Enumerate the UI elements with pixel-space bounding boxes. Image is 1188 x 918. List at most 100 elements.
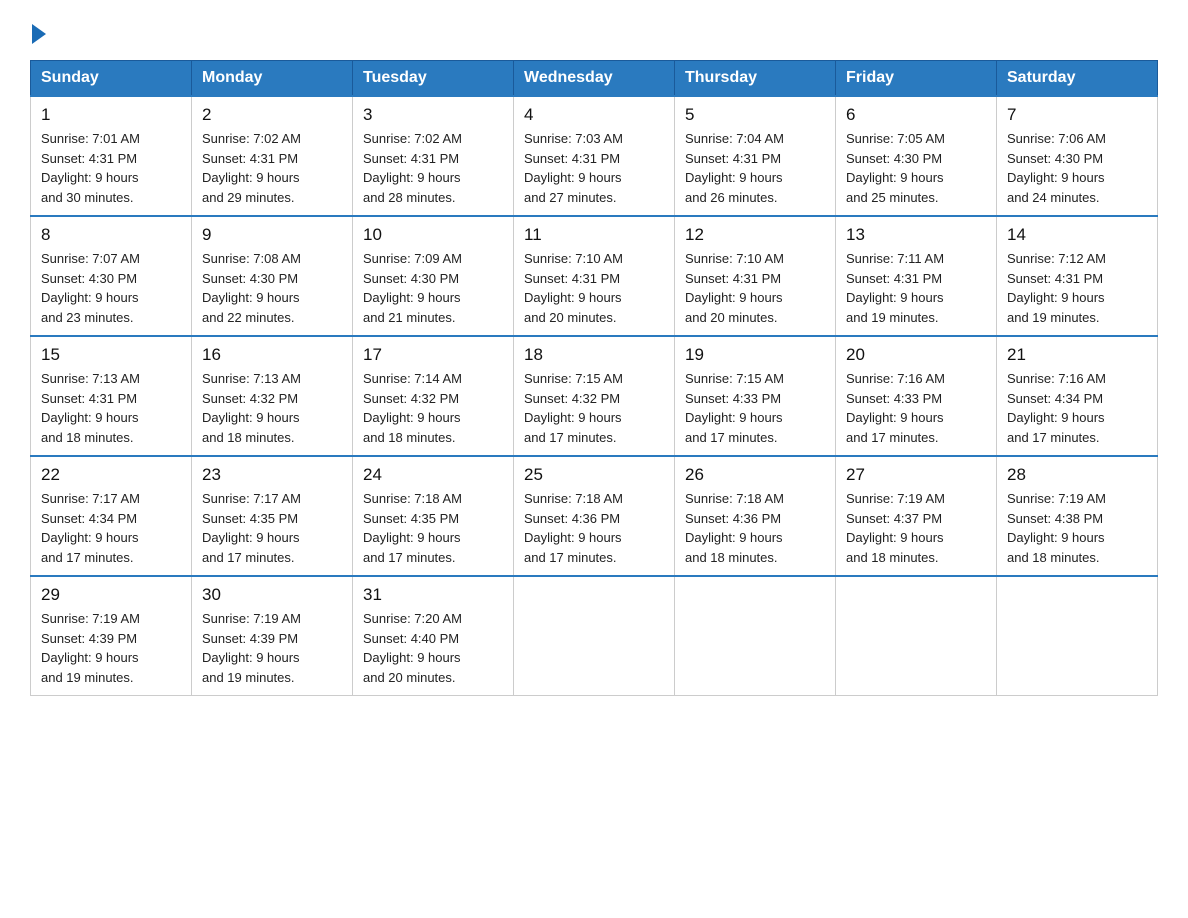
- calendar-header-friday: Friday: [836, 61, 997, 97]
- calendar-cell: 15 Sunrise: 7:13 AM Sunset: 4:31 PM Dayl…: [31, 336, 192, 456]
- calendar-header-monday: Monday: [192, 61, 353, 97]
- calendar-week-4: 22 Sunrise: 7:17 AM Sunset: 4:34 PM Dayl…: [31, 456, 1158, 576]
- day-info: Sunrise: 7:19 AM Sunset: 4:37 PM Dayligh…: [846, 489, 986, 567]
- day-info: Sunrise: 7:17 AM Sunset: 4:34 PM Dayligh…: [41, 489, 181, 567]
- calendar-week-3: 15 Sunrise: 7:13 AM Sunset: 4:31 PM Dayl…: [31, 336, 1158, 456]
- day-number: 30: [202, 585, 342, 605]
- calendar-cell: 13 Sunrise: 7:11 AM Sunset: 4:31 PM Dayl…: [836, 216, 997, 336]
- day-info: Sunrise: 7:02 AM Sunset: 4:31 PM Dayligh…: [202, 129, 342, 207]
- calendar-cell: 9 Sunrise: 7:08 AM Sunset: 4:30 PM Dayli…: [192, 216, 353, 336]
- day-info: Sunrise: 7:17 AM Sunset: 4:35 PM Dayligh…: [202, 489, 342, 567]
- day-number: 11: [524, 225, 664, 245]
- day-number: 12: [685, 225, 825, 245]
- day-number: 28: [1007, 465, 1147, 485]
- calendar-cell: 30 Sunrise: 7:19 AM Sunset: 4:39 PM Dayl…: [192, 576, 353, 696]
- day-number: 9: [202, 225, 342, 245]
- calendar-cell: 12 Sunrise: 7:10 AM Sunset: 4:31 PM Dayl…: [675, 216, 836, 336]
- calendar-header-saturday: Saturday: [997, 61, 1158, 97]
- day-number: 8: [41, 225, 181, 245]
- day-number: 15: [41, 345, 181, 365]
- day-info: Sunrise: 7:19 AM Sunset: 4:38 PM Dayligh…: [1007, 489, 1147, 567]
- calendar-header-tuesday: Tuesday: [353, 61, 514, 97]
- day-info: Sunrise: 7:05 AM Sunset: 4:30 PM Dayligh…: [846, 129, 986, 207]
- day-info: Sunrise: 7:16 AM Sunset: 4:33 PM Dayligh…: [846, 369, 986, 447]
- calendar-cell: 27 Sunrise: 7:19 AM Sunset: 4:37 PM Dayl…: [836, 456, 997, 576]
- day-info: Sunrise: 7:13 AM Sunset: 4:31 PM Dayligh…: [41, 369, 181, 447]
- day-info: Sunrise: 7:20 AM Sunset: 4:40 PM Dayligh…: [363, 609, 503, 687]
- calendar-week-1: 1 Sunrise: 7:01 AM Sunset: 4:31 PM Dayli…: [31, 96, 1158, 216]
- calendar-cell: 17 Sunrise: 7:14 AM Sunset: 4:32 PM Dayl…: [353, 336, 514, 456]
- calendar-cell: 22 Sunrise: 7:17 AM Sunset: 4:34 PM Dayl…: [31, 456, 192, 576]
- calendar-cell: 26 Sunrise: 7:18 AM Sunset: 4:36 PM Dayl…: [675, 456, 836, 576]
- calendar-cell: 23 Sunrise: 7:17 AM Sunset: 4:35 PM Dayl…: [192, 456, 353, 576]
- calendar-cell: 31 Sunrise: 7:20 AM Sunset: 4:40 PM Dayl…: [353, 576, 514, 696]
- day-number: 10: [363, 225, 503, 245]
- day-info: Sunrise: 7:13 AM Sunset: 4:32 PM Dayligh…: [202, 369, 342, 447]
- day-info: Sunrise: 7:15 AM Sunset: 4:33 PM Dayligh…: [685, 369, 825, 447]
- calendar-header-sunday: Sunday: [31, 61, 192, 97]
- calendar-cell: 18 Sunrise: 7:15 AM Sunset: 4:32 PM Dayl…: [514, 336, 675, 456]
- day-number: 26: [685, 465, 825, 485]
- day-info: Sunrise: 7:16 AM Sunset: 4:34 PM Dayligh…: [1007, 369, 1147, 447]
- day-number: 20: [846, 345, 986, 365]
- calendar-cell: 28 Sunrise: 7:19 AM Sunset: 4:38 PM Dayl…: [997, 456, 1158, 576]
- calendar-cell: 4 Sunrise: 7:03 AM Sunset: 4:31 PM Dayli…: [514, 96, 675, 216]
- calendar-cell: 1 Sunrise: 7:01 AM Sunset: 4:31 PM Dayli…: [31, 96, 192, 216]
- calendar-cell: 29 Sunrise: 7:19 AM Sunset: 4:39 PM Dayl…: [31, 576, 192, 696]
- day-number: 1: [41, 105, 181, 125]
- calendar-cell: 3 Sunrise: 7:02 AM Sunset: 4:31 PM Dayli…: [353, 96, 514, 216]
- day-info: Sunrise: 7:11 AM Sunset: 4:31 PM Dayligh…: [846, 249, 986, 327]
- calendar-cell: 19 Sunrise: 7:15 AM Sunset: 4:33 PM Dayl…: [675, 336, 836, 456]
- calendar-cell: 14 Sunrise: 7:12 AM Sunset: 4:31 PM Dayl…: [997, 216, 1158, 336]
- day-info: Sunrise: 7:09 AM Sunset: 4:30 PM Dayligh…: [363, 249, 503, 327]
- day-number: 16: [202, 345, 342, 365]
- calendar-cell: 2 Sunrise: 7:02 AM Sunset: 4:31 PM Dayli…: [192, 96, 353, 216]
- day-number: 13: [846, 225, 986, 245]
- day-number: 31: [363, 585, 503, 605]
- day-info: Sunrise: 7:01 AM Sunset: 4:31 PM Dayligh…: [41, 129, 181, 207]
- day-info: Sunrise: 7:07 AM Sunset: 4:30 PM Dayligh…: [41, 249, 181, 327]
- day-number: 21: [1007, 345, 1147, 365]
- calendar-cell: 6 Sunrise: 7:05 AM Sunset: 4:30 PM Dayli…: [836, 96, 997, 216]
- day-info: Sunrise: 7:18 AM Sunset: 4:35 PM Dayligh…: [363, 489, 503, 567]
- day-number: 18: [524, 345, 664, 365]
- day-number: 17: [363, 345, 503, 365]
- day-number: 29: [41, 585, 181, 605]
- day-number: 23: [202, 465, 342, 485]
- calendar-cell: 20 Sunrise: 7:16 AM Sunset: 4:33 PM Dayl…: [836, 336, 997, 456]
- calendar-cell: [836, 576, 997, 696]
- day-info: Sunrise: 7:19 AM Sunset: 4:39 PM Dayligh…: [41, 609, 181, 687]
- calendar-cell: 24 Sunrise: 7:18 AM Sunset: 4:35 PM Dayl…: [353, 456, 514, 576]
- day-number: 7: [1007, 105, 1147, 125]
- day-number: 2: [202, 105, 342, 125]
- day-info: Sunrise: 7:03 AM Sunset: 4:31 PM Dayligh…: [524, 129, 664, 207]
- day-number: 14: [1007, 225, 1147, 245]
- day-number: 24: [363, 465, 503, 485]
- day-info: Sunrise: 7:10 AM Sunset: 4:31 PM Dayligh…: [524, 249, 664, 327]
- day-number: 6: [846, 105, 986, 125]
- day-info: Sunrise: 7:18 AM Sunset: 4:36 PM Dayligh…: [524, 489, 664, 567]
- day-info: Sunrise: 7:04 AM Sunset: 4:31 PM Dayligh…: [685, 129, 825, 207]
- day-number: 5: [685, 105, 825, 125]
- calendar-cell: 10 Sunrise: 7:09 AM Sunset: 4:30 PM Dayl…: [353, 216, 514, 336]
- day-number: 25: [524, 465, 664, 485]
- calendar-header-wednesday: Wednesday: [514, 61, 675, 97]
- calendar-cell: 25 Sunrise: 7:18 AM Sunset: 4:36 PM Dayl…: [514, 456, 675, 576]
- day-info: Sunrise: 7:06 AM Sunset: 4:30 PM Dayligh…: [1007, 129, 1147, 207]
- calendar-cell: 11 Sunrise: 7:10 AM Sunset: 4:31 PM Dayl…: [514, 216, 675, 336]
- calendar-cell: 8 Sunrise: 7:07 AM Sunset: 4:30 PM Dayli…: [31, 216, 192, 336]
- calendar-cell: [997, 576, 1158, 696]
- day-number: 19: [685, 345, 825, 365]
- calendar-header-thursday: Thursday: [675, 61, 836, 97]
- calendar-header-row: SundayMondayTuesdayWednesdayThursdayFrid…: [31, 61, 1158, 97]
- day-number: 4: [524, 105, 664, 125]
- day-info: Sunrise: 7:15 AM Sunset: 4:32 PM Dayligh…: [524, 369, 664, 447]
- day-info: Sunrise: 7:12 AM Sunset: 4:31 PM Dayligh…: [1007, 249, 1147, 327]
- calendar-cell: 21 Sunrise: 7:16 AM Sunset: 4:34 PM Dayl…: [997, 336, 1158, 456]
- day-number: 22: [41, 465, 181, 485]
- day-number: 3: [363, 105, 503, 125]
- day-info: Sunrise: 7:08 AM Sunset: 4:30 PM Dayligh…: [202, 249, 342, 327]
- calendar-week-5: 29 Sunrise: 7:19 AM Sunset: 4:39 PM Dayl…: [31, 576, 1158, 696]
- day-info: Sunrise: 7:18 AM Sunset: 4:36 PM Dayligh…: [685, 489, 825, 567]
- day-info: Sunrise: 7:02 AM Sunset: 4:31 PM Dayligh…: [363, 129, 503, 207]
